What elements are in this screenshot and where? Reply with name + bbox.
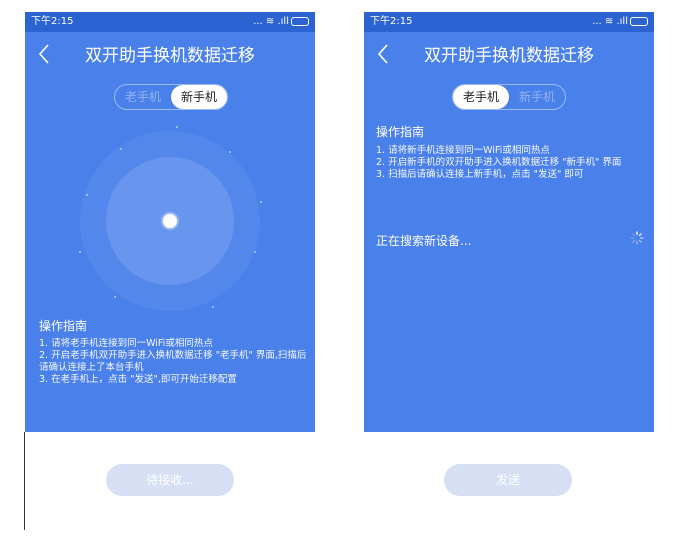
- signal-wifi-icon: ... ≋ .ıll: [592, 16, 628, 27]
- guide-steps: 1. 请将新手机连接到同一WiFi或相同热点 2. 开启新手机的双开助手进入换机…: [376, 145, 648, 181]
- guide-step: 3. 在老手机上，点击 "发送",即可开始迁移配置: [39, 374, 237, 385]
- guide-title: 操作指南: [376, 125, 425, 139]
- tab-new-phone[interactable]: 新手机: [171, 85, 227, 109]
- guide-step: 3. 扫描后请确认连接上新手机，点击 "发送" 即可: [376, 169, 584, 180]
- searching-status: 正在搜索新设备...: [376, 234, 472, 248]
- status-time: 下午2:15: [370, 16, 413, 27]
- status-icons: ... ≋ .ıll: [592, 15, 648, 29]
- tab-old-phone[interactable]: 老手机: [115, 85, 171, 109]
- divider-line: [24, 432, 25, 530]
- tab-old-phone[interactable]: 老手机: [453, 85, 509, 109]
- new-phone-screen: 下午2:15 ... ≋ .ıll 双开助手换机数据迁移 老手机 新手机 操作指…: [364, 12, 654, 432]
- battery-icon: [630, 16, 648, 26]
- phone-role-toggle: 老手机 新手机: [114, 84, 228, 110]
- radar-scan-graphic: [79, 126, 262, 311]
- status-bar: 下午2:15 ... ≋ .ıll: [364, 12, 654, 32]
- phone-role-toggle: 老手机 新手机: [452, 84, 566, 110]
- status-time: 下午2:15: [31, 16, 74, 27]
- send-button[interactable]: 发送: [444, 464, 572, 496]
- old-phone-screen: 下午2:15 ... ≋ .ıll 双开助手换机数据迁移 老手机 新手机 操作指…: [25, 12, 315, 432]
- guide-steps: 1. 请将老手机连接到同一WiFi或相同热点 2. 开启老手机双开助手进入换机数…: [39, 338, 307, 386]
- status-bar: 下午2:15 ... ≋ .ıll: [25, 12, 315, 32]
- signal-wifi-icon: ... ≋ .ıll: [253, 16, 289, 27]
- battery-icon: [291, 16, 309, 26]
- guide-step: 2. 开启老手机双开助手进入换机数据迁移 "老手机" 界面,扫描后请确认连接上了…: [39, 350, 307, 373]
- guide-title: 操作指南: [39, 319, 88, 333]
- page-title: 双开助手换机数据迁移: [85, 46, 255, 66]
- guide-step: 2. 开启新手机的双开助手进入换机数据迁移 "新手机" 界面: [376, 157, 622, 168]
- guide-step: 1. 请将老手机连接到同一WiFi或相同热点: [39, 338, 213, 349]
- tab-new-phone[interactable]: 新手机: [509, 85, 565, 109]
- status-icons: ... ≋ .ıll: [253, 15, 309, 29]
- guide-step: 1. 请将新手机连接到同一WiFi或相同热点: [376, 145, 550, 156]
- waiting-receive-button[interactable]: 待接收...: [106, 464, 234, 496]
- page-title: 双开助手换机数据迁移: [424, 46, 594, 66]
- loading-spinner-icon: [630, 231, 644, 245]
